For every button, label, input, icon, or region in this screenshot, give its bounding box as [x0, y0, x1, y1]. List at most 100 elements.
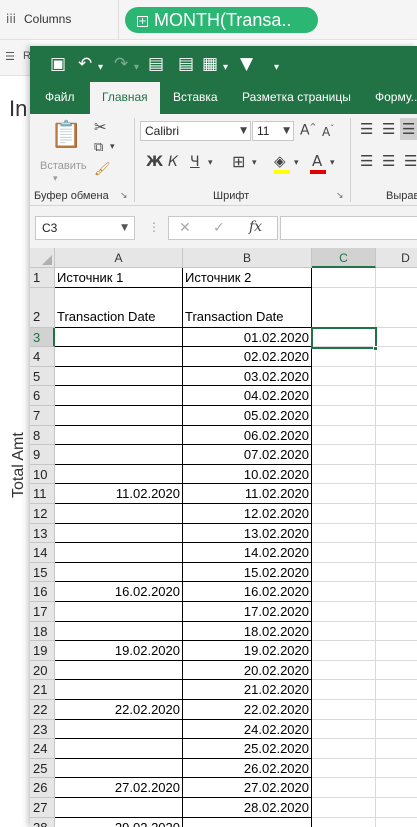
row-header[interactable]: 9	[30, 445, 55, 465]
row-header[interactable]: 5	[30, 366, 55, 387]
cell-d23[interactable]	[376, 720, 417, 740]
cell-c24[interactable]	[312, 739, 376, 759]
italic-button[interactable]: К	[168, 154, 178, 170]
cell-b12[interactable]: 12.02.2020	[183, 504, 312, 524]
tab-insert[interactable]: Вставка	[173, 90, 218, 104]
cell-c1[interactable]	[312, 268, 376, 288]
cell-d11[interactable]	[376, 484, 417, 504]
row-header[interactable]: 27	[30, 798, 55, 818]
cell-c23[interactable]	[312, 719, 376, 740]
row-header[interactable]: 23	[30, 719, 55, 740]
column-header-d[interactable]: D	[376, 248, 417, 268]
cell-a10[interactable]	[55, 464, 183, 485]
paste-label[interactable]: Вставить	[40, 160, 87, 172]
font-launcher-icon[interactable]: ↘	[336, 191, 344, 201]
row-header[interactable]: 24	[30, 739, 55, 759]
underline-dropdown-icon[interactable]: ▾	[208, 158, 213, 168]
cell-d12[interactable]	[376, 504, 417, 524]
cell-a12[interactable]	[55, 504, 183, 524]
cell-d17[interactable]	[376, 602, 417, 622]
borders-dropdown-icon[interactable]: ▾	[252, 158, 257, 168]
cell-d14[interactable]	[376, 543, 417, 563]
row-header[interactable]: 21	[30, 680, 55, 700]
save-icon[interactable]: ▣	[50, 54, 66, 74]
cell-c11[interactable]	[312, 484, 376, 504]
cell-a6[interactable]	[55, 386, 183, 406]
cell-d4[interactable]	[376, 347, 417, 367]
cell-a24[interactable]	[55, 739, 183, 759]
row-header[interactable]: 17	[30, 602, 55, 622]
cell-a28[interactable]: 29.02.2020	[55, 817, 183, 827]
row-header[interactable]: 25	[30, 758, 55, 779]
cell-c5[interactable]	[312, 366, 376, 387]
shrink-font-icon[interactable]: Aˇ	[322, 124, 334, 139]
redo-icon[interactable]: ↷	[114, 54, 128, 74]
cell-a27[interactable]	[55, 798, 183, 818]
spreadsheet-grid[interactable]: A B C D 1 Источник 1 Источник 2 2 Transaction Da…	[30, 248, 417, 827]
cell-d5[interactable]	[376, 367, 417, 387]
cell-d27[interactable]	[376, 798, 417, 818]
cell-b11[interactable]: 11.02.2020	[183, 484, 312, 504]
align-right-icon[interactable]: ☰	[404, 152, 417, 170]
cell-a14[interactable]	[55, 543, 183, 563]
row-header[interactable]: 12	[30, 504, 55, 524]
row-header[interactable]: 1	[30, 268, 55, 288]
cell-b26[interactable]: 27.02.2020	[183, 778, 312, 798]
cell-d13[interactable]	[376, 524, 417, 544]
cell-d7[interactable]	[376, 406, 417, 426]
cell-b9[interactable]: 07.02.2020	[183, 445, 312, 465]
cell-b13[interactable]: 13.02.2020	[183, 523, 312, 544]
cell-c16[interactable]	[312, 582, 376, 602]
cut-icon[interactable]: ✂	[94, 118, 107, 136]
cell-c19[interactable]	[312, 641, 376, 661]
row-header[interactable]: 15	[30, 562, 55, 583]
select-all-button[interactable]	[30, 248, 55, 268]
cancel-icon[interactable]: ✕	[179, 220, 191, 236]
cell-c8[interactable]	[312, 425, 376, 446]
cell-b10[interactable]: 10.02.2020	[183, 464, 312, 485]
cell-c17[interactable]	[312, 602, 376, 622]
cell-b8[interactable]: 06.02.2020	[183, 425, 312, 446]
row-header[interactable]: 18	[30, 621, 55, 642]
fill-color-dropdown-icon[interactable]: ▾	[294, 158, 299, 168]
cell-c22[interactable]	[312, 700, 376, 720]
paste-dropdown-icon[interactable]: ▾	[53, 174, 58, 184]
bold-button[interactable]: Ж	[146, 154, 163, 170]
cell-d19[interactable]	[376, 641, 417, 661]
cell-d9[interactable]	[376, 445, 417, 465]
cell-a20[interactable]	[55, 660, 183, 681]
font-name-select[interactable]: Calibri ▼	[140, 121, 251, 141]
cell-d8[interactable]	[376, 426, 417, 446]
undo-icon[interactable]: ↶	[78, 54, 92, 74]
row-header[interactable]: 4	[30, 347, 55, 367]
insert-function-icon[interactable]: fx	[249, 219, 262, 235]
cell-c28[interactable]	[312, 817, 376, 827]
cell-b28[interactable]	[183, 817, 312, 827]
cell-c10[interactable]	[312, 464, 376, 485]
cell-a3[interactable]	[55, 327, 183, 348]
expand-plus-icon[interactable]: +	[137, 16, 148, 27]
row-header[interactable]: 13	[30, 523, 55, 544]
cell-c4[interactable]	[312, 347, 376, 367]
cell-a4[interactable]	[55, 347, 183, 367]
font-color-icon[interactable]: A	[312, 152, 322, 170]
cell-d22[interactable]	[376, 700, 417, 720]
month-pill[interactable]: + MONTH(Transa..	[125, 7, 318, 33]
cell-d18[interactable]	[376, 622, 417, 642]
cell-c14[interactable]	[312, 543, 376, 563]
column-header-b[interactable]: B	[183, 248, 312, 268]
formula-input[interactable]	[280, 216, 417, 240]
font-size-select[interactable]: 11 ▼	[252, 121, 294, 141]
cell-d6[interactable]	[376, 386, 417, 406]
cell-a1[interactable]: Источник 1	[55, 268, 183, 288]
copy-icon[interactable]: ⧉	[94, 140, 103, 155]
tab-file[interactable]: Файл	[45, 90, 75, 104]
cell-b16[interactable]: 16.02.2020	[183, 582, 312, 602]
cell-a22[interactable]: 22.02.2020	[55, 700, 183, 720]
cell-b23[interactable]: 24.02.2020	[183, 719, 312, 740]
cell-b3[interactable]: 01.02.2020	[183, 327, 312, 348]
row-header[interactable]: 6	[30, 386, 55, 406]
cell-c21[interactable]	[312, 680, 376, 700]
cell-d15[interactable]	[376, 563, 417, 583]
fill-handle[interactable]	[373, 345, 378, 351]
